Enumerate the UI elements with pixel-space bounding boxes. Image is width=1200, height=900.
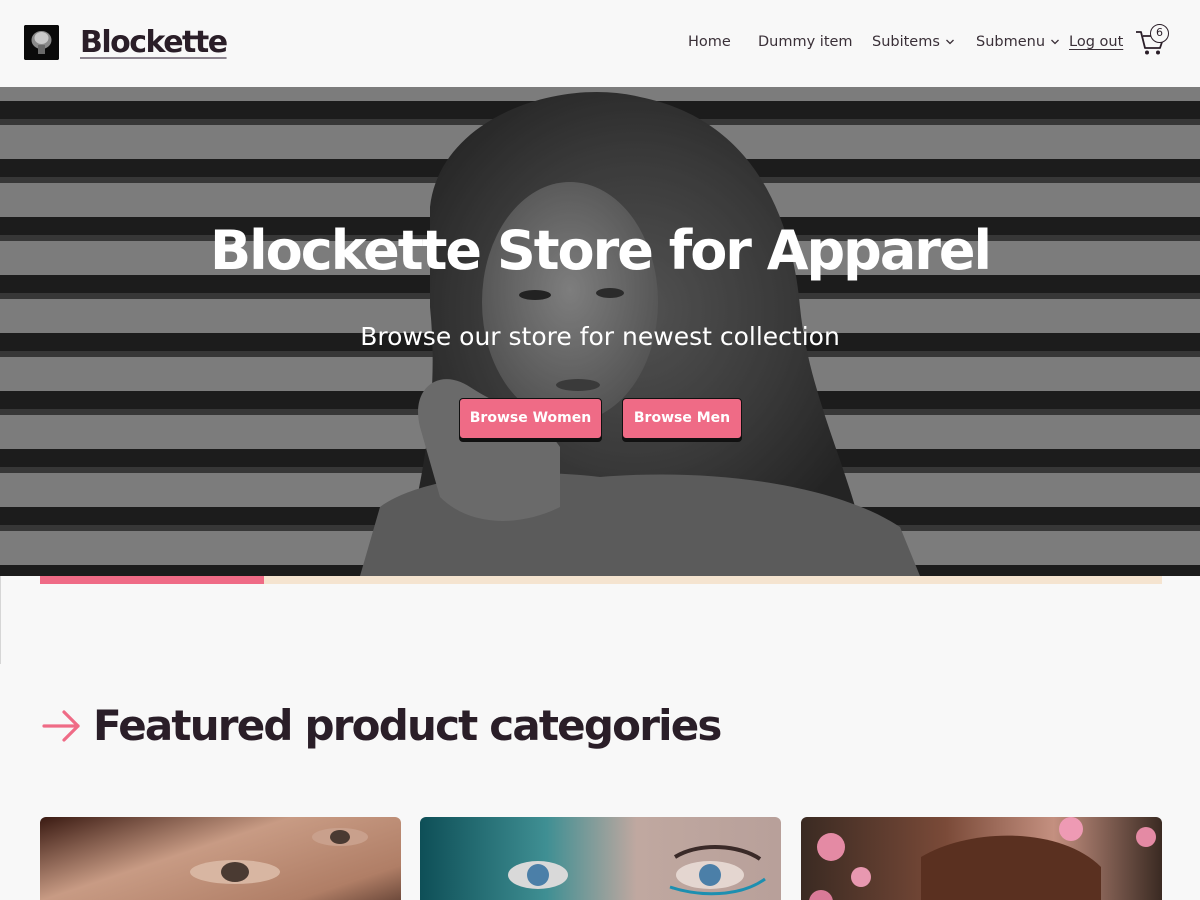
slider-progress-bar[interactable] [40,576,1162,584]
nav-item-home[interactable]: Home [688,30,731,54]
nav-item-logout[interactable]: Log out [1069,30,1123,54]
category-image [40,817,401,900]
hero-banner: Blockette Store for Apparel Browse our s… [0,87,1200,576]
category-card[interactable] [420,817,781,900]
browse-women-button[interactable]: Browse Women [459,398,602,439]
site-title[interactable]: Blockette [80,23,228,63]
hero-title: Blockette Store for Apparel [209,219,992,282]
chevron-down-icon[interactable] [1050,30,1060,54]
category-card[interactable] [40,817,401,900]
browse-men-button[interactable]: Browse Men [622,398,742,439]
nav-item-subitems[interactable]: Subitems [872,30,940,54]
site-logo[interactable] [24,25,59,60]
divider [0,576,1,664]
arrow-right-icon [42,708,82,744]
chevron-down-icon[interactable] [945,30,955,54]
category-image [801,817,1162,900]
slider-progress-fill [40,576,265,584]
section-title: Featured product categories [93,701,722,750]
category-image [420,817,781,900]
nav-item-submenu[interactable]: Submenu [976,30,1045,54]
category-card[interactable] [801,817,1162,900]
nav-item-dummy[interactable]: Dummy item [758,30,853,54]
site-header: Blockette Home Dummy item Subitems Subme… [0,0,1200,87]
cart-count-badge[interactable]: 6 [1150,24,1169,43]
hero-subtitle: Browse our store for newest collection [360,322,840,351]
